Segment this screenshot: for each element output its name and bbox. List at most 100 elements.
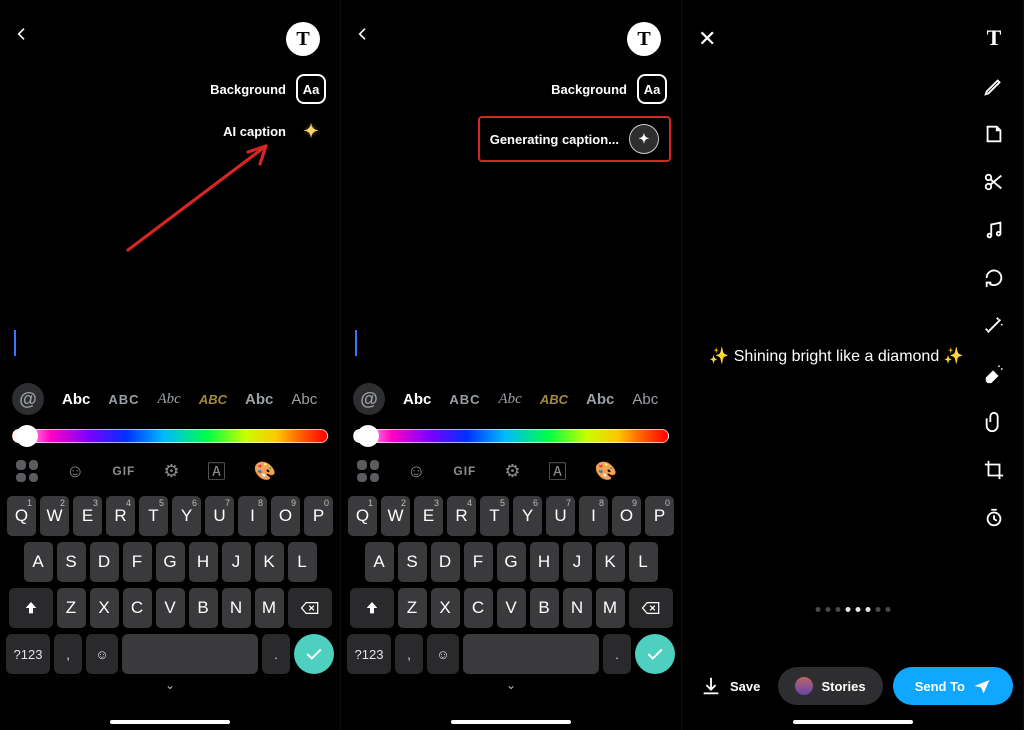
key-comma[interactable]: , bbox=[54, 634, 82, 674]
send-to-button[interactable]: Send To bbox=[893, 667, 1013, 705]
crop-tool-icon[interactable] bbox=[980, 456, 1008, 484]
key-i[interactable]: I8 bbox=[238, 496, 267, 536]
key-g[interactable]: G bbox=[156, 542, 185, 582]
key-x[interactable]: X bbox=[90, 588, 119, 628]
key-j[interactable]: J bbox=[563, 542, 592, 582]
key-h[interactable]: H bbox=[189, 542, 218, 582]
key-submit[interactable] bbox=[294, 634, 334, 674]
close-button[interactable]: ✕ bbox=[698, 26, 716, 52]
key-z[interactable]: Z bbox=[57, 588, 86, 628]
key-e[interactable]: E3 bbox=[73, 496, 102, 536]
grid-icon[interactable] bbox=[16, 460, 38, 482]
key-backspace[interactable] bbox=[288, 588, 332, 628]
mention-button[interactable]: @ bbox=[353, 383, 385, 415]
key-g[interactable]: G bbox=[497, 542, 526, 582]
key-k[interactable]: K bbox=[255, 542, 284, 582]
color-slider[interactable] bbox=[12, 424, 328, 448]
sticker-icon[interactable]: ☺︎ bbox=[66, 461, 84, 482]
key-l[interactable]: L bbox=[288, 542, 317, 582]
key-a[interactable]: A bbox=[365, 542, 394, 582]
background-toggle[interactable]: Background Aa bbox=[210, 74, 326, 104]
key-c[interactable]: C bbox=[123, 588, 152, 628]
key-z[interactable]: Z bbox=[398, 588, 427, 628]
key-m[interactable]: M bbox=[596, 588, 625, 628]
key-s[interactable]: S bbox=[57, 542, 86, 582]
key-e[interactable]: E3 bbox=[414, 496, 443, 536]
font-chip[interactable]: ABC bbox=[199, 392, 227, 407]
key-emoji[interactable]: ☺ bbox=[86, 634, 118, 674]
font-chip[interactable]: Abc bbox=[632, 391, 658, 408]
key-j[interactable]: J bbox=[222, 542, 251, 582]
font-chip[interactable]: Abc bbox=[158, 391, 181, 408]
mention-button[interactable]: @ bbox=[12, 383, 44, 415]
key-shift[interactable] bbox=[9, 588, 53, 628]
palette-icon[interactable]: 🎨 bbox=[254, 461, 276, 482]
grid-icon[interactable] bbox=[357, 460, 379, 482]
key-u[interactable]: U7 bbox=[205, 496, 234, 536]
key-d[interactable]: D bbox=[431, 542, 460, 582]
keyboard-collapse-icon[interactable]: ⌄ bbox=[506, 678, 516, 692]
key-h[interactable]: H bbox=[530, 542, 559, 582]
font-chip[interactable]: ABC bbox=[108, 392, 139, 407]
key-x[interactable]: X bbox=[431, 588, 460, 628]
key-p[interactable]: P0 bbox=[645, 496, 674, 536]
eraser-tool-icon[interactable] bbox=[980, 360, 1008, 388]
key-period[interactable]: . bbox=[262, 634, 290, 674]
font-chip[interactable]: Abc bbox=[499, 391, 522, 408]
key-p[interactable]: P0 bbox=[304, 496, 333, 536]
scissors-tool-icon[interactable] bbox=[980, 168, 1008, 196]
key-submit[interactable] bbox=[635, 634, 675, 674]
color-slider-thumb[interactable] bbox=[357, 425, 379, 447]
save-button[interactable]: Save bbox=[692, 667, 768, 705]
key-k[interactable]: K bbox=[596, 542, 625, 582]
text-tool-button[interactable]: T bbox=[286, 22, 320, 56]
key-c[interactable]: C bbox=[464, 588, 493, 628]
key-u[interactable]: U7 bbox=[546, 496, 575, 536]
translate-icon[interactable]: 🄰 bbox=[549, 458, 567, 484]
ai-caption-button[interactable]: AI caption ✦ bbox=[223, 116, 326, 146]
key-y[interactable]: Y6 bbox=[513, 496, 542, 536]
key-w[interactable]: W2 bbox=[40, 496, 69, 536]
key-d[interactable]: D bbox=[90, 542, 119, 582]
magic-tool-icon[interactable] bbox=[980, 312, 1008, 340]
key-y[interactable]: Y6 bbox=[172, 496, 201, 536]
font-chip[interactable]: Abc bbox=[245, 391, 273, 408]
key-v[interactable]: V bbox=[497, 588, 526, 628]
key-space[interactable] bbox=[122, 634, 258, 674]
sticker-tool-icon[interactable] bbox=[980, 120, 1008, 148]
palette-icon[interactable]: 🎨 bbox=[595, 461, 617, 482]
font-chip[interactable]: Abc bbox=[291, 391, 317, 408]
settings-icon[interactable]: ⚙ bbox=[163, 461, 179, 482]
translate-icon[interactable]: 🄰 bbox=[208, 458, 226, 484]
color-slider[interactable] bbox=[353, 424, 669, 448]
key-n[interactable]: N bbox=[222, 588, 251, 628]
key-q[interactable]: Q1 bbox=[348, 496, 377, 536]
music-tool-icon[interactable] bbox=[980, 216, 1008, 244]
loop-tool-icon[interactable] bbox=[980, 264, 1008, 292]
key-l[interactable]: L bbox=[629, 542, 658, 582]
key-shift[interactable] bbox=[350, 588, 394, 628]
key-numtoggle[interactable]: ?123 bbox=[347, 634, 391, 674]
caption-result[interactable]: ✨ Shining bright like a diamond ✨ bbox=[700, 346, 973, 366]
font-chip[interactable]: Abc bbox=[62, 391, 90, 408]
gif-button[interactable]: GIF bbox=[453, 464, 476, 478]
key-a[interactable]: A bbox=[24, 542, 53, 582]
key-comma[interactable]: , bbox=[395, 634, 423, 674]
back-button[interactable] bbox=[355, 26, 371, 42]
timer-tool-icon[interactable] bbox=[980, 504, 1008, 532]
key-q[interactable]: Q1 bbox=[7, 496, 36, 536]
key-s[interactable]: S bbox=[398, 542, 427, 582]
color-slider-thumb[interactable] bbox=[16, 425, 38, 447]
pencil-tool-icon[interactable] bbox=[980, 72, 1008, 100]
key-b[interactable]: B bbox=[530, 588, 559, 628]
stories-button[interactable]: Stories bbox=[778, 667, 882, 705]
background-toggle[interactable]: Background Aa bbox=[551, 74, 667, 104]
keyboard-collapse-icon[interactable]: ⌄ bbox=[165, 678, 175, 692]
font-chip[interactable]: ABC bbox=[540, 392, 568, 407]
key-r[interactable]: R4 bbox=[106, 496, 135, 536]
key-w[interactable]: W2 bbox=[381, 496, 410, 536]
key-v[interactable]: V bbox=[156, 588, 185, 628]
key-space[interactable] bbox=[463, 634, 599, 674]
key-o[interactable]: O9 bbox=[271, 496, 300, 536]
font-chip[interactable]: Abc bbox=[586, 391, 614, 408]
